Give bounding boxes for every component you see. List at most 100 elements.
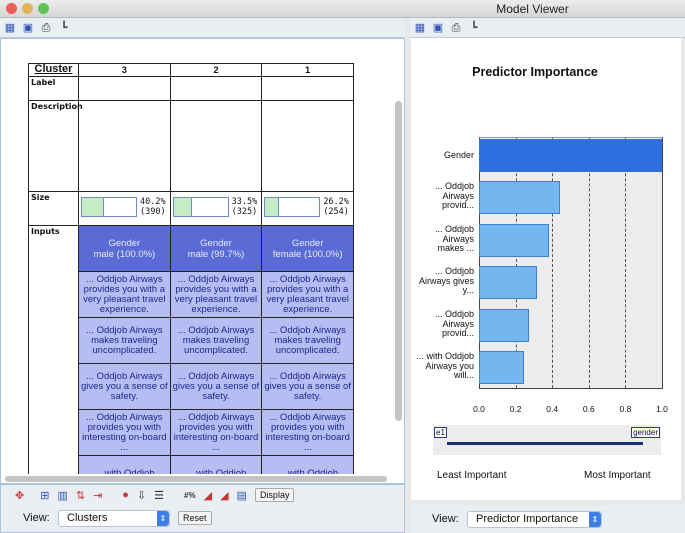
- cluster-view-pane: Cluster 3 2 1 Label Description Size 40.…: [0, 38, 405, 484]
- size-percent: 26.2%: [323, 197, 349, 207]
- category-label: Gender: [443, 150, 474, 160]
- size-cell: 26.2% (254): [261, 191, 354, 226]
- input-cell[interactable]: ... Oddjob Airways provides you with a v…: [78, 271, 171, 318]
- right-toolbar: ▦ ▣ ⎙ ┗: [410, 18, 685, 38]
- input-cell[interactable]: ... with Oddjob Airways you will...: [169, 455, 263, 474]
- cluster-header: Cluster: [28, 63, 79, 77]
- size-row-label: Size: [28, 191, 79, 226]
- copy-chart-icon[interactable]: ▦: [414, 22, 426, 34]
- cluster-3-header[interactable]: 3: [78, 63, 171, 77]
- left-bottom-toolbar: ✥ ⊞ ▥ ⇅ ⇥ ● ⇩ ☰ #% ◢ ◢ ▤ Display View: C…: [0, 484, 405, 533]
- left-toolbar: ▦ ▣ ⎙ ┗: [0, 18, 405, 38]
- size-percent: 40.2%: [140, 197, 166, 207]
- slider-max-label: gender: [631, 427, 660, 438]
- gender-cell[interactable]: Gender male (99.7%): [169, 225, 263, 272]
- most-important-label: Most Important: [584, 470, 651, 481]
- gridline: [552, 138, 554, 388]
- sort-clusters-icon[interactable]: ●: [122, 489, 129, 501]
- cell-split-icon[interactable]: ▥: [57, 489, 67, 502]
- horizontal-scrollbar[interactable]: [5, 476, 387, 482]
- copy-data-icon[interactable]: ▣: [432, 22, 444, 34]
- distribution-alt-icon[interactable]: ◢: [220, 489, 228, 502]
- input-cell[interactable]: ... with Oddjob Airways you will...: [261, 455, 354, 474]
- size-count: (254): [323, 207, 349, 217]
- label-cell: [261, 76, 354, 101]
- view-select[interactable]: Clusters ⇕: [58, 510, 170, 527]
- input-cell[interactable]: ... Oddjob Airways provides you with int…: [78, 409, 171, 456]
- sort-rows-icon[interactable]: ☰: [154, 489, 164, 502]
- view-select[interactable]: Predictor Importance ⇕: [467, 511, 602, 528]
- category-label: ... Oddjob Airways provid...: [434, 309, 474, 338]
- chevron-updown-icon: ⇕: [157, 511, 169, 526]
- title-bar: Model Viewer: [0, 0, 685, 18]
- importance-bar[interactable]: [479, 139, 662, 172]
- x-tick-label: 0.8: [619, 404, 632, 414]
- slider-min-label: e1: [434, 427, 447, 438]
- view-label: View:: [23, 512, 50, 524]
- copy-chart-icon[interactable]: ▦: [4, 22, 16, 34]
- cluster-table-viewport: Cluster 3 2 1 Label Description Size 40.…: [1, 39, 394, 474]
- copy-data-icon[interactable]: ▣: [22, 22, 34, 34]
- x-tick-label: 0.6: [582, 404, 595, 414]
- label-row-label: Label: [28, 76, 79, 101]
- gender-cell[interactable]: Gender female (100.0%): [261, 225, 354, 272]
- tree-icon[interactable]: ┗: [58, 22, 70, 34]
- category-label: ... Oddjob Airways gives y...: [418, 266, 474, 295]
- distribution-icon[interactable]: ◢: [204, 489, 212, 502]
- tree-icon[interactable]: ┗: [468, 22, 480, 34]
- chevron-updown-icon: ⇕: [589, 512, 601, 527]
- importance-bar[interactable]: [479, 309, 530, 342]
- sort-inputs-icon[interactable]: ⇥: [93, 489, 102, 502]
- importance-bar[interactable]: [479, 181, 560, 214]
- print-icon[interactable]: ⎙: [40, 22, 52, 34]
- window-title: Model Viewer: [496, 2, 569, 16]
- input-cell[interactable]: ... Oddjob Airways gives you a sense of …: [169, 363, 263, 410]
- percent-icon[interactable]: #%: [184, 491, 196, 500]
- description-cell: [261, 100, 354, 192]
- cell-grid-icon[interactable]: ⊞: [40, 489, 49, 502]
- print-icon[interactable]: ⎙: [450, 22, 462, 34]
- sort-az-icon[interactable]: ⇅: [76, 489, 85, 502]
- view-label: View:: [432, 513, 459, 525]
- vertical-scrollbar[interactable]: [395, 101, 402, 421]
- description-row-label: Description: [28, 100, 83, 192]
- input-cell[interactable]: ... Oddjob Airways makes traveling uncom…: [169, 317, 263, 364]
- size-count: (325): [231, 207, 258, 217]
- slider-track[interactable]: [447, 442, 643, 445]
- sort-c1c2-icon[interactable]: ⇩: [137, 489, 146, 502]
- cell-layout-icon[interactable]: ▤: [237, 489, 247, 502]
- input-cell[interactable]: ... Oddjob Airways provides you with int…: [261, 409, 354, 456]
- right-bottom-bar: View: Predictor Importance ⇕: [410, 505, 685, 533]
- size-bar: [81, 197, 137, 217]
- importance-slider[interactable]: e1 gender: [433, 425, 661, 455]
- transpose-icon[interactable]: ✥: [15, 489, 24, 502]
- gender-cell[interactable]: Gender male (100.0%): [78, 225, 171, 272]
- size-cell: 33.5% (325): [169, 191, 263, 226]
- input-cell[interactable]: ... Oddjob Airways provides you with int…: [169, 409, 263, 456]
- gridline: [588, 138, 590, 388]
- chart-title: Predictor Importance: [472, 65, 598, 79]
- label-cell: [169, 76, 263, 101]
- x-tick-label: 0.4: [546, 404, 559, 414]
- gridline: [625, 138, 627, 388]
- input-cell[interactable]: ... with Oddjob Airways you will...: [78, 455, 171, 474]
- importance-bar[interactable]: [479, 224, 550, 257]
- cluster-2-header[interactable]: 2: [169, 63, 263, 77]
- size-bar: [172, 197, 229, 217]
- input-cell[interactable]: ... Oddjob Airways makes traveling uncom…: [261, 317, 354, 364]
- label-cell: [78, 76, 171, 101]
- size-bar: [264, 197, 321, 217]
- category-label: ... with Oddjob Airways you will...: [416, 351, 474, 380]
- reset-button[interactable]: Reset: [178, 511, 212, 525]
- input-cell[interactable]: ... Oddjob Airways gives you a sense of …: [78, 363, 171, 410]
- importance-bar[interactable]: [479, 266, 537, 299]
- display-button[interactable]: Display: [254, 488, 295, 502]
- input-cell[interactable]: ... Oddjob Airways makes traveling uncom…: [78, 317, 171, 364]
- size-percent: 33.5%: [231, 197, 258, 207]
- importance-bar[interactable]: [479, 351, 524, 384]
- input-cell[interactable]: ... Oddjob Airways gives you a sense of …: [261, 363, 354, 410]
- input-cell[interactable]: ... Oddjob Airways provides you with a v…: [261, 271, 354, 318]
- x-tick-label: 1.0: [656, 404, 668, 414]
- cluster-1-header[interactable]: 1: [261, 63, 354, 77]
- input-cell[interactable]: ... Oddjob Airways provides you with a v…: [169, 271, 263, 318]
